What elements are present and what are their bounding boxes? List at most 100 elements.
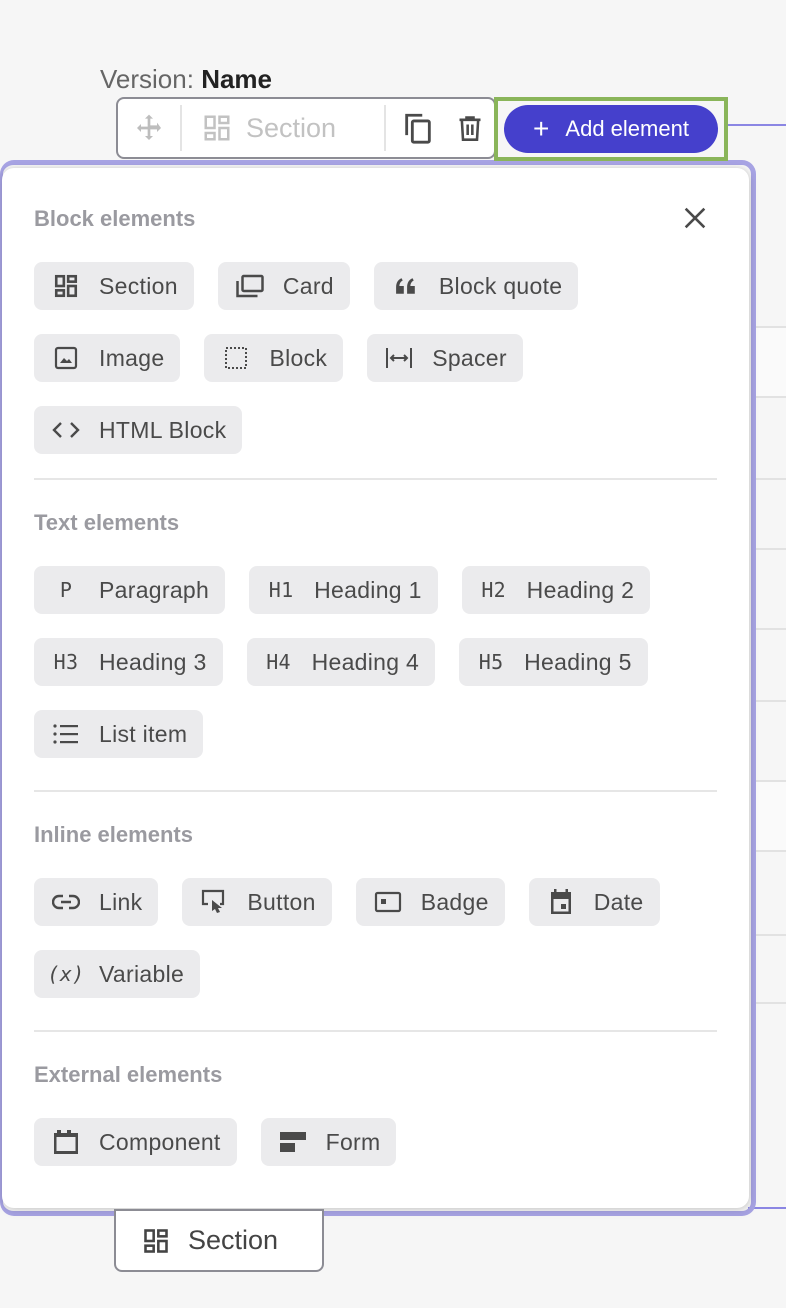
chip-label: Form: [325, 1128, 381, 1155]
element-type-label: Section: [246, 112, 337, 143]
h4-icon: H4: [266, 650, 291, 674]
paragraph-icon: P: [59, 578, 73, 602]
form-icon: [279, 1132, 306, 1152]
section-grid-icon: [144, 1228, 168, 1253]
group-inline-elements: Inline elements Link Button Badge Date (…: [34, 822, 717, 1032]
chip-label: Card: [282, 272, 334, 299]
chip-label: Link: [99, 888, 143, 915]
chip-label: Date: [593, 888, 644, 915]
chip-variable[interactable]: (x) Variable: [34, 950, 201, 998]
chip-heading-5[interactable]: H5 Heading 5: [459, 638, 648, 686]
chip-list-item[interactable]: List item: [34, 710, 204, 758]
trash-icon: [459, 116, 481, 141]
canvas-row-divider: [752, 1002, 786, 1004]
chip-button[interactable]: Button: [182, 878, 332, 926]
h1-icon: H1: [268, 578, 294, 602]
h3-icon: H3: [53, 650, 79, 674]
h5-icon: H5: [478, 650, 504, 674]
close-icon: [684, 207, 706, 229]
move-arrows-icon: [137, 114, 161, 140]
chip-badge[interactable]: Badge: [355, 878, 505, 926]
chip-date[interactable]: Date: [528, 878, 660, 926]
canvas-row-divider: [752, 628, 786, 630]
plus-icon: +: [533, 113, 550, 144]
version-name: Name: [201, 64, 273, 94]
calendar-icon: [550, 889, 571, 914]
chip-heading-1[interactable]: H1 Heading 1: [249, 566, 438, 614]
canvas-row-divider: [752, 850, 786, 852]
version-label: Version: Name: [100, 64, 272, 95]
duplicate-button[interactable]: [396, 99, 440, 157]
chip-form[interactable]: Form: [260, 1118, 397, 1166]
canvas-row: [754, 936, 786, 1004]
group-text-elements: Text elements P Paragraph H1 Heading 1 H…: [34, 510, 717, 792]
group-title: External elements: [34, 1062, 223, 1087]
canvas-row-divider: [752, 548, 786, 550]
chip-label: Heading 4: [311, 648, 420, 675]
toolbar-divider: [384, 105, 386, 151]
chip-paragraph[interactable]: P Paragraph: [34, 566, 226, 614]
delete-button[interactable]: [448, 99, 492, 157]
canvas-row: [754, 328, 786, 396]
chip-label: Heading 3: [99, 648, 207, 675]
chip-block[interactable]: Block: [204, 334, 344, 382]
chip-card[interactable]: Card: [217, 262, 350, 310]
group-title: Text elements: [34, 510, 180, 535]
group-external-elements: External elements Component Form: [34, 1062, 717, 1166]
chip-link[interactable]: Link: [34, 878, 159, 926]
image-icon: [54, 346, 78, 370]
chip-label: HTML Block: [99, 416, 227, 443]
button-click-icon: [202, 889, 225, 913]
chip-label: Variable: [99, 960, 185, 987]
canvas-row-divider: [752, 396, 786, 398]
chip-label: List item: [99, 720, 188, 747]
chip-label: Heading 5: [524, 648, 632, 675]
group-divider: [34, 1030, 717, 1032]
add-element-label: Add element: [565, 116, 689, 141]
chip-label: Heading 2: [526, 576, 635, 603]
group-block-elements: Block elements Section Card Block quote …: [34, 206, 717, 480]
section-grid-icon: [54, 274, 78, 298]
chip-spacer[interactable]: Spacer: [367, 334, 523, 382]
group-divider: [34, 790, 717, 792]
add-element-highlight: + Add element: [494, 97, 728, 161]
close-button[interactable]: [681, 204, 709, 232]
card-stack-icon: [236, 274, 264, 298]
chip-label: Block: [269, 344, 328, 371]
chip-label: Block quote: [438, 272, 563, 299]
section-tag-label: Section: [188, 1225, 279, 1255]
group-title: Inline elements: [34, 822, 193, 847]
chip-block-quote[interactable]: Block quote: [373, 262, 579, 310]
chip-label: Spacer: [432, 344, 507, 371]
chip-html-block[interactable]: HTML Block: [34, 406, 243, 454]
chip-heading-3[interactable]: H3 Heading 3: [34, 638, 223, 686]
chip-heading-2[interactable]: H2 Heading 2: [461, 566, 651, 614]
link-icon: [52, 894, 80, 910]
add-element-button[interactable]: + Add element: [504, 105, 718, 153]
chip-heading-4[interactable]: H4 Heading 4: [246, 638, 436, 686]
badge-icon: [374, 891, 401, 913]
chip-label: Paragraph: [99, 576, 210, 603]
quote-icon: [395, 278, 415, 294]
chip-component[interactable]: Component: [34, 1118, 237, 1166]
chip-label: Badge: [420, 888, 489, 915]
canvas-row-divider: [752, 326, 786, 328]
chip-image[interactable]: Image: [34, 334, 181, 382]
chip-section[interactable]: Section: [34, 262, 194, 310]
chip-label: Section: [99, 272, 178, 299]
spacer-icon: [386, 348, 413, 368]
chip-label: Image: [99, 344, 165, 371]
variable-icon: (x): [47, 962, 85, 986]
section-tag[interactable]: Section: [114, 1209, 324, 1272]
canvas-row-divider: [752, 780, 786, 782]
group-divider: [34, 478, 717, 480]
code-brackets-icon: [52, 422, 80, 438]
group-title: Block elements: [34, 206, 196, 231]
drag-handle[interactable]: [118, 99, 180, 157]
element-type-indicator: Section: [182, 113, 384, 144]
chip-label: Button: [247, 888, 316, 915]
section-grid-icon: [204, 115, 230, 141]
canvas-row: [754, 782, 786, 850]
canvas-row-divider: [752, 700, 786, 702]
version-prefix: Version:: [100, 64, 194, 94]
